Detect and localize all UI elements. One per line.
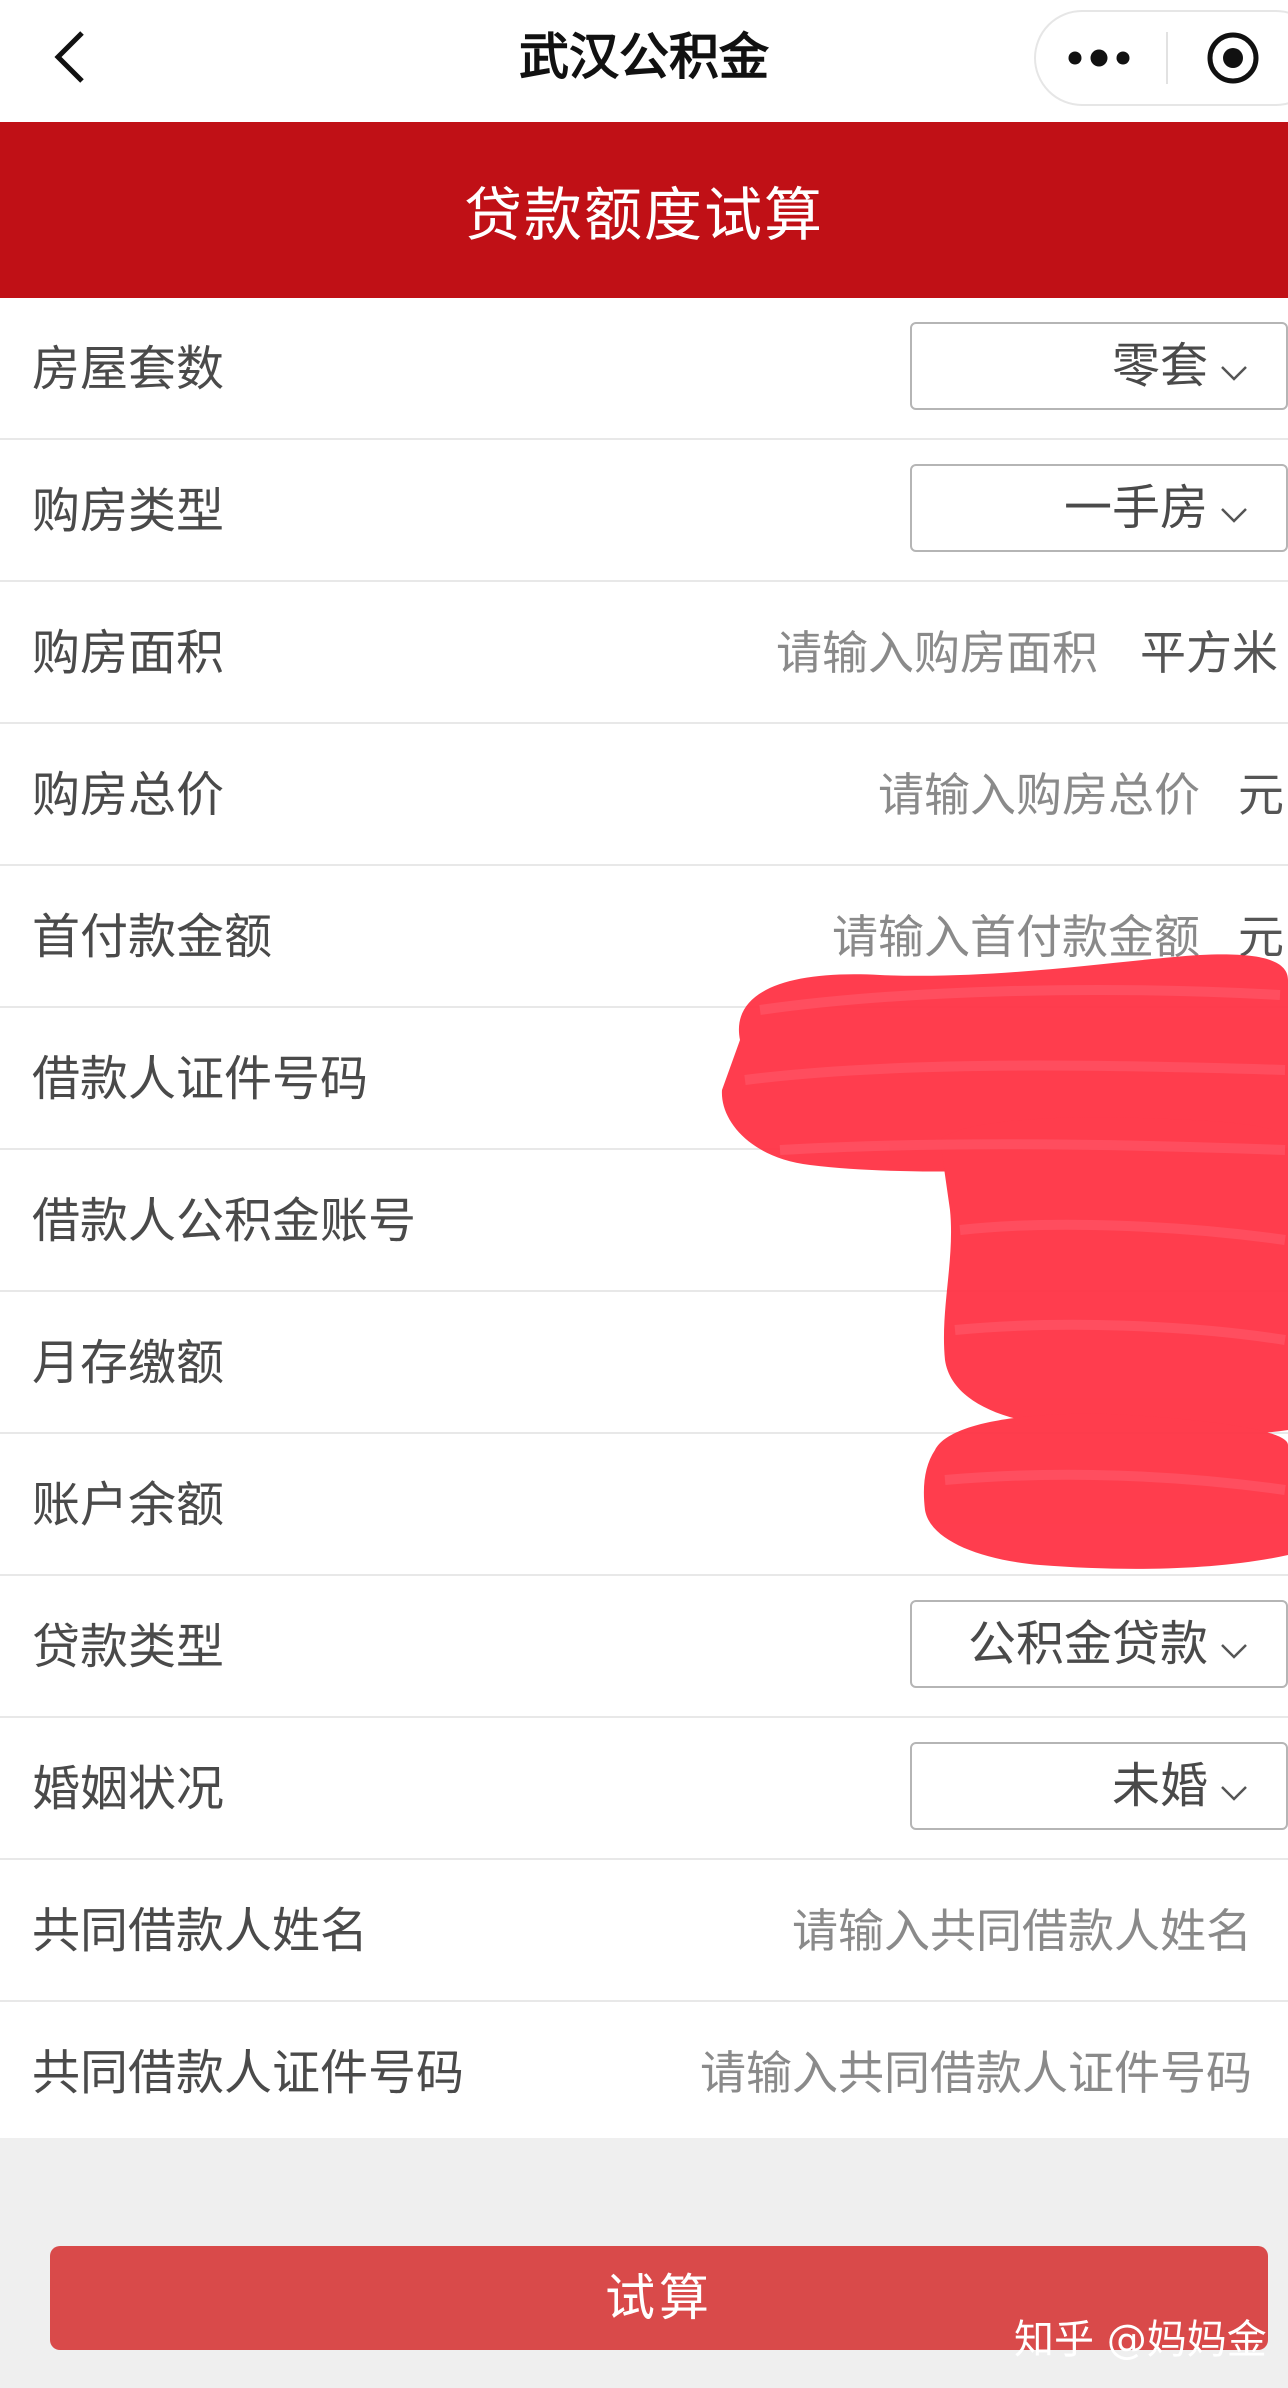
more-button[interactable] (1034, 10, 1164, 106)
chevron-down-icon (1221, 1786, 1247, 1801)
purchase-type-label: 购房类型 (32, 483, 225, 539)
down-payment-unit: 元 (1238, 910, 1284, 964)
page-banner: 贷款额度试算 (0, 122, 1288, 298)
form-row-total-price: 购房总价 请输入购房总价 元 (0, 724, 1288, 866)
co-borrower-name-label: 共同借款人姓名 (32, 1903, 369, 1959)
chevron-down-icon (1221, 508, 1247, 523)
form-row-purchase-type: 购房类型 一手房 (0, 440, 1288, 582)
borrower-id-label: 借款人证件号码 (32, 1051, 369, 1107)
purchase-type-value: 一手房 (1063, 480, 1208, 536)
more-dots-icon (1068, 49, 1130, 67)
marital-status-select[interactable]: 未婚 (910, 1742, 1288, 1830)
down-payment-input[interactable]: 请输入首付款金额 (832, 866, 1200, 1008)
chevron-down-icon (1221, 1644, 1247, 1659)
form-row-down-payment: 首付款金额 请输入首付款金额 元 (0, 866, 1288, 1008)
marital-status-value: 未婚 (1111, 1758, 1208, 1814)
marital-status-label: 婚姻状况 (32, 1761, 225, 1817)
loan-type-value: 公积金贷款 (967, 1616, 1208, 1672)
house-count-label: 房屋套数 (32, 341, 225, 397)
banner-title: 贷款额度试算 (463, 181, 824, 249)
co-borrower-id-input[interactable]: 请输入共同借款人证件号码 (700, 2002, 1252, 2144)
area-unit: 平方米 (1140, 626, 1278, 680)
loan-type-label: 贷款类型 (32, 1619, 225, 1675)
total-price-input[interactable]: 请输入购房总价 (878, 724, 1200, 866)
total-price-label: 购房总价 (32, 767, 225, 823)
form-row-co-borrower-name: 共同借款人姓名 请输入共同借款人姓名 (0, 1860, 1288, 2002)
monthly-deposit-label: 月存缴额 (32, 1335, 225, 1391)
chevron-down-icon (1221, 366, 1247, 381)
form-row-balance: 账户余额 (0, 1434, 1288, 1576)
watermark: 知乎 @妈妈金 (1014, 2317, 1267, 2363)
form-row-area: 购房面积 请输入购房面积 平方米 (0, 582, 1288, 724)
loan-type-select[interactable]: 公积金贷款 (910, 1600, 1288, 1688)
form-row-loan-type: 贷款类型 公积金贷款 (0, 1576, 1288, 1718)
balance-label: 账户余额 (32, 1477, 225, 1533)
loan-calculator-form: 房屋套数 零套 购房类型 一手房 购房面积 请输入购房面积 平方米 购房总价 请… (0, 298, 1288, 2138)
record-target-icon (1207, 32, 1259, 84)
form-row-borrower-account: 借款人公积金账号 (0, 1150, 1288, 1292)
form-row-monthly-deposit: 月存缴额 (0, 1292, 1288, 1434)
down-payment-label: 首付款金额 (32, 909, 273, 965)
form-row-house-count: 房屋套数 零套 (0, 298, 1288, 440)
total-price-unit: 元 (1238, 768, 1284, 822)
area-input[interactable]: 请输入购房面积 (776, 582, 1098, 724)
co-borrower-id-label: 共同借款人证件号码 (32, 2045, 465, 2101)
form-row-borrower-id: 借款人证件号码 (0, 1008, 1288, 1150)
area-label: 购房面积 (32, 625, 225, 681)
form-row-marital-status: 婚姻状况 未婚 (0, 1718, 1288, 1860)
house-count-select[interactable]: 零套 (910, 322, 1288, 410)
close-mini-program-button[interactable] (1168, 10, 1288, 106)
co-borrower-name-input[interactable]: 请输入共同借款人姓名 (792, 1860, 1252, 2002)
form-row-co-borrower-id: 共同借款人证件号码 请输入共同借款人证件号码 (0, 2002, 1288, 2138)
house-count-value: 零套 (1111, 338, 1208, 394)
purchase-type-select[interactable]: 一手房 (910, 464, 1288, 552)
borrower-account-label: 借款人公积金账号 (32, 1193, 417, 1249)
